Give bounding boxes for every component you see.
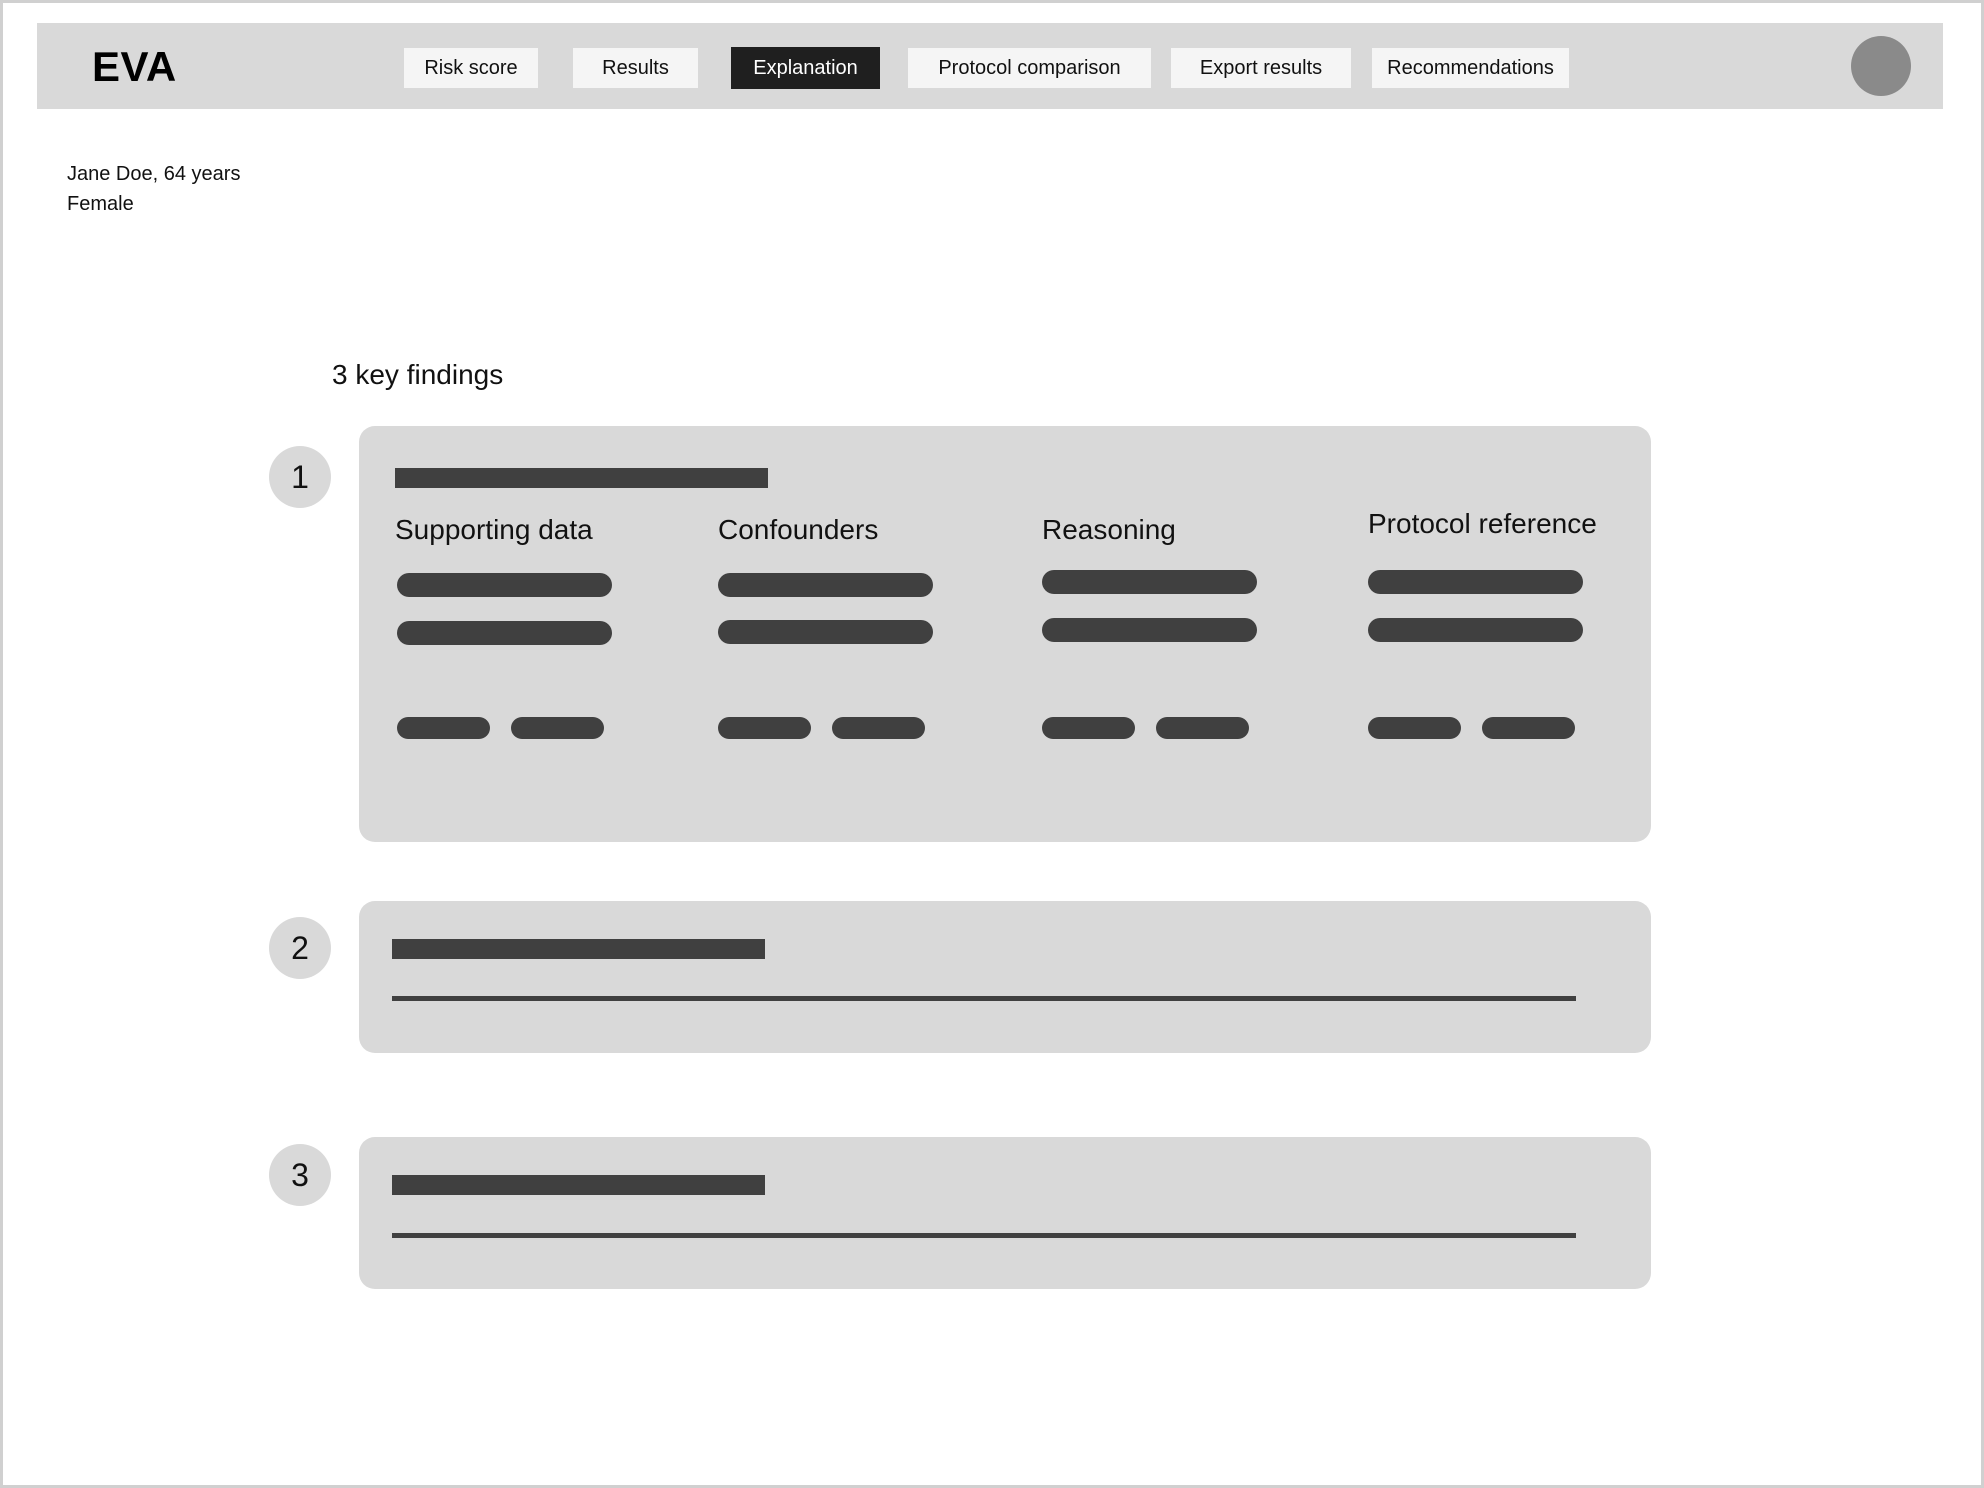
finding-card-collapsed[interactable] — [359, 1137, 1651, 1289]
findings-title: 3 key findings — [332, 359, 504, 390]
app-logo: EVA — [92, 43, 177, 90]
tab-export-results[interactable]: Export results — [1171, 48, 1351, 88]
text-placeholder — [397, 573, 612, 597]
column-heading-confounders: Confounders — [718, 514, 879, 545]
patient-sex: Female — [67, 193, 134, 215]
finding-number-badge: 2 — [269, 917, 331, 979]
tab-protocol-comparison[interactable]: Protocol comparison — [908, 48, 1151, 88]
patient-info: Jane Doe, 64 years Female — [67, 159, 240, 219]
tag-placeholder — [1482, 717, 1575, 739]
finding-card-collapsed[interactable] — [359, 901, 1651, 1053]
finding-title-placeholder — [395, 468, 768, 488]
user-avatar-icon[interactable] — [1851, 36, 1911, 96]
tag-placeholder — [718, 717, 811, 739]
text-placeholder — [1042, 570, 1257, 594]
text-placeholder — [397, 621, 612, 645]
tag-placeholder — [1368, 717, 1461, 739]
column-heading-supporting-data: Supporting data — [395, 514, 593, 545]
text-line-placeholder — [392, 996, 1576, 1001]
patient-name-age: Jane Doe, 64 years — [67, 163, 241, 185]
finding-number-badge: 3 — [269, 1144, 331, 1206]
tab-results[interactable]: Results — [573, 48, 698, 88]
tag-placeholder — [1156, 717, 1249, 739]
tab-explanation[interactable]: Explanation — [731, 47, 880, 89]
column-heading-protocol-reference: Protocol reference — [1368, 508, 1597, 539]
text-placeholder — [1368, 618, 1583, 642]
tag-placeholder — [832, 717, 925, 739]
finding-title-placeholder — [392, 939, 765, 959]
text-placeholder — [1368, 570, 1583, 594]
text-line-placeholder — [392, 1233, 1576, 1238]
text-placeholder — [718, 620, 933, 644]
text-placeholder — [1042, 618, 1257, 642]
tag-placeholder — [511, 717, 604, 739]
tab-recommendations[interactable]: Recommendations — [1372, 48, 1569, 88]
tab-risk-score[interactable]: Risk score — [404, 48, 538, 88]
tag-placeholder — [397, 717, 490, 739]
finding-title-placeholder — [392, 1175, 765, 1195]
text-placeholder — [718, 573, 933, 597]
finding-number-badge: 1 — [269, 446, 331, 508]
app-frame: EVA Risk score Results Explanation Proto… — [0, 0, 1984, 1488]
tag-placeholder — [1042, 717, 1135, 739]
finding-card-expanded[interactable]: Supporting data Confounders Reasoning Pr… — [359, 426, 1651, 842]
column-heading-reasoning: Reasoning — [1042, 514, 1176, 545]
top-navigation-bar: EVA Risk score Results Explanation Proto… — [37, 23, 1943, 109]
